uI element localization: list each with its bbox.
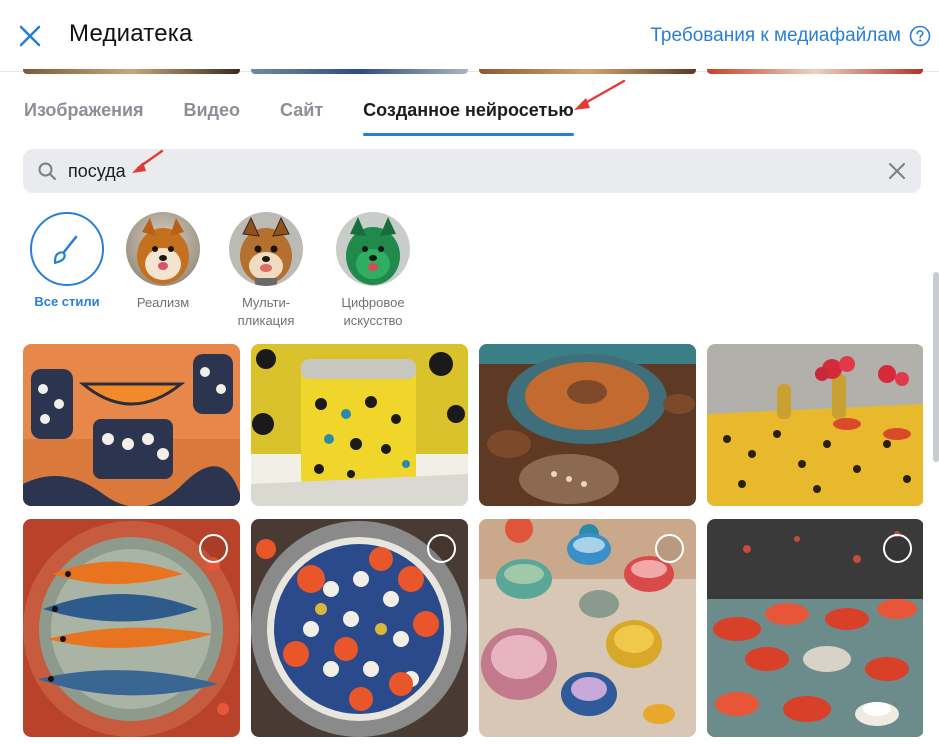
thumbnail-strip [479,69,696,74]
tab-bar: Изображения Видео Сайт Созданное нейросе… [24,100,614,136]
dog-realistic-image [126,212,200,286]
style-realism[interactable]: Реализм [118,212,208,312]
all-styles-circle [30,212,104,286]
style-thumb [126,212,200,286]
style-label: Все стили [34,294,100,309]
tab-images[interactable]: Изображения [24,100,144,136]
annotation-arrow [132,149,164,173]
style-cartoon[interactable]: Мульти- пликация [221,212,311,330]
image-thumbnail[interactable] [707,344,923,506]
select-circle-icon[interactable] [427,534,456,563]
image-thumbnail[interactable] [251,344,468,506]
image-thumbnail[interactable] [251,519,468,737]
tab-ai-generated[interactable]: Созданное нейросетью [363,100,574,136]
style-thumb [229,212,303,286]
style-digital-art[interactable]: Цифровое искусство [328,212,418,330]
page-title: Медиатека [69,20,193,47]
tab-video[interactable]: Видео [184,100,241,136]
image-thumbnail[interactable] [23,519,240,737]
style-label: Мульти- пликация [237,295,295,328]
style-all[interactable]: Все стили [22,212,112,311]
annotation-arrow [574,79,626,110]
question-circle-icon[interactable] [909,25,931,47]
thumbnail-strip [707,69,923,74]
image-thumbnail[interactable] [479,344,696,506]
style-label: Цифровое искусство [341,295,405,328]
dog-cartoon-image [229,212,303,286]
thumbnail-strip [23,69,240,74]
image-thumbnail[interactable] [707,519,923,737]
image-thumbnail[interactable] [479,519,696,737]
style-thumb [336,212,410,286]
image-grid [23,344,923,744]
image-thumbnail[interactable] [23,344,240,506]
dog-digital-image [336,212,410,286]
select-circle-icon[interactable] [199,534,228,563]
header: Медиатека Требования к медиафайлам [0,0,939,72]
style-label: Реализм [136,295,190,310]
brush-icon [53,235,78,265]
select-circle-icon[interactable] [883,534,912,563]
scrollbar[interactable] [933,272,939,462]
search-icon [38,162,56,180]
select-circle-icon[interactable] [655,534,684,563]
media-requirements-link[interactable]: Требования к медиафайлам [650,25,901,47]
thumbnail-strip [251,69,468,74]
close-icon[interactable] [16,22,44,50]
clear-icon[interactable] [887,161,907,181]
tab-site[interactable]: Сайт [280,100,323,136]
search-input[interactable] [68,149,848,193]
